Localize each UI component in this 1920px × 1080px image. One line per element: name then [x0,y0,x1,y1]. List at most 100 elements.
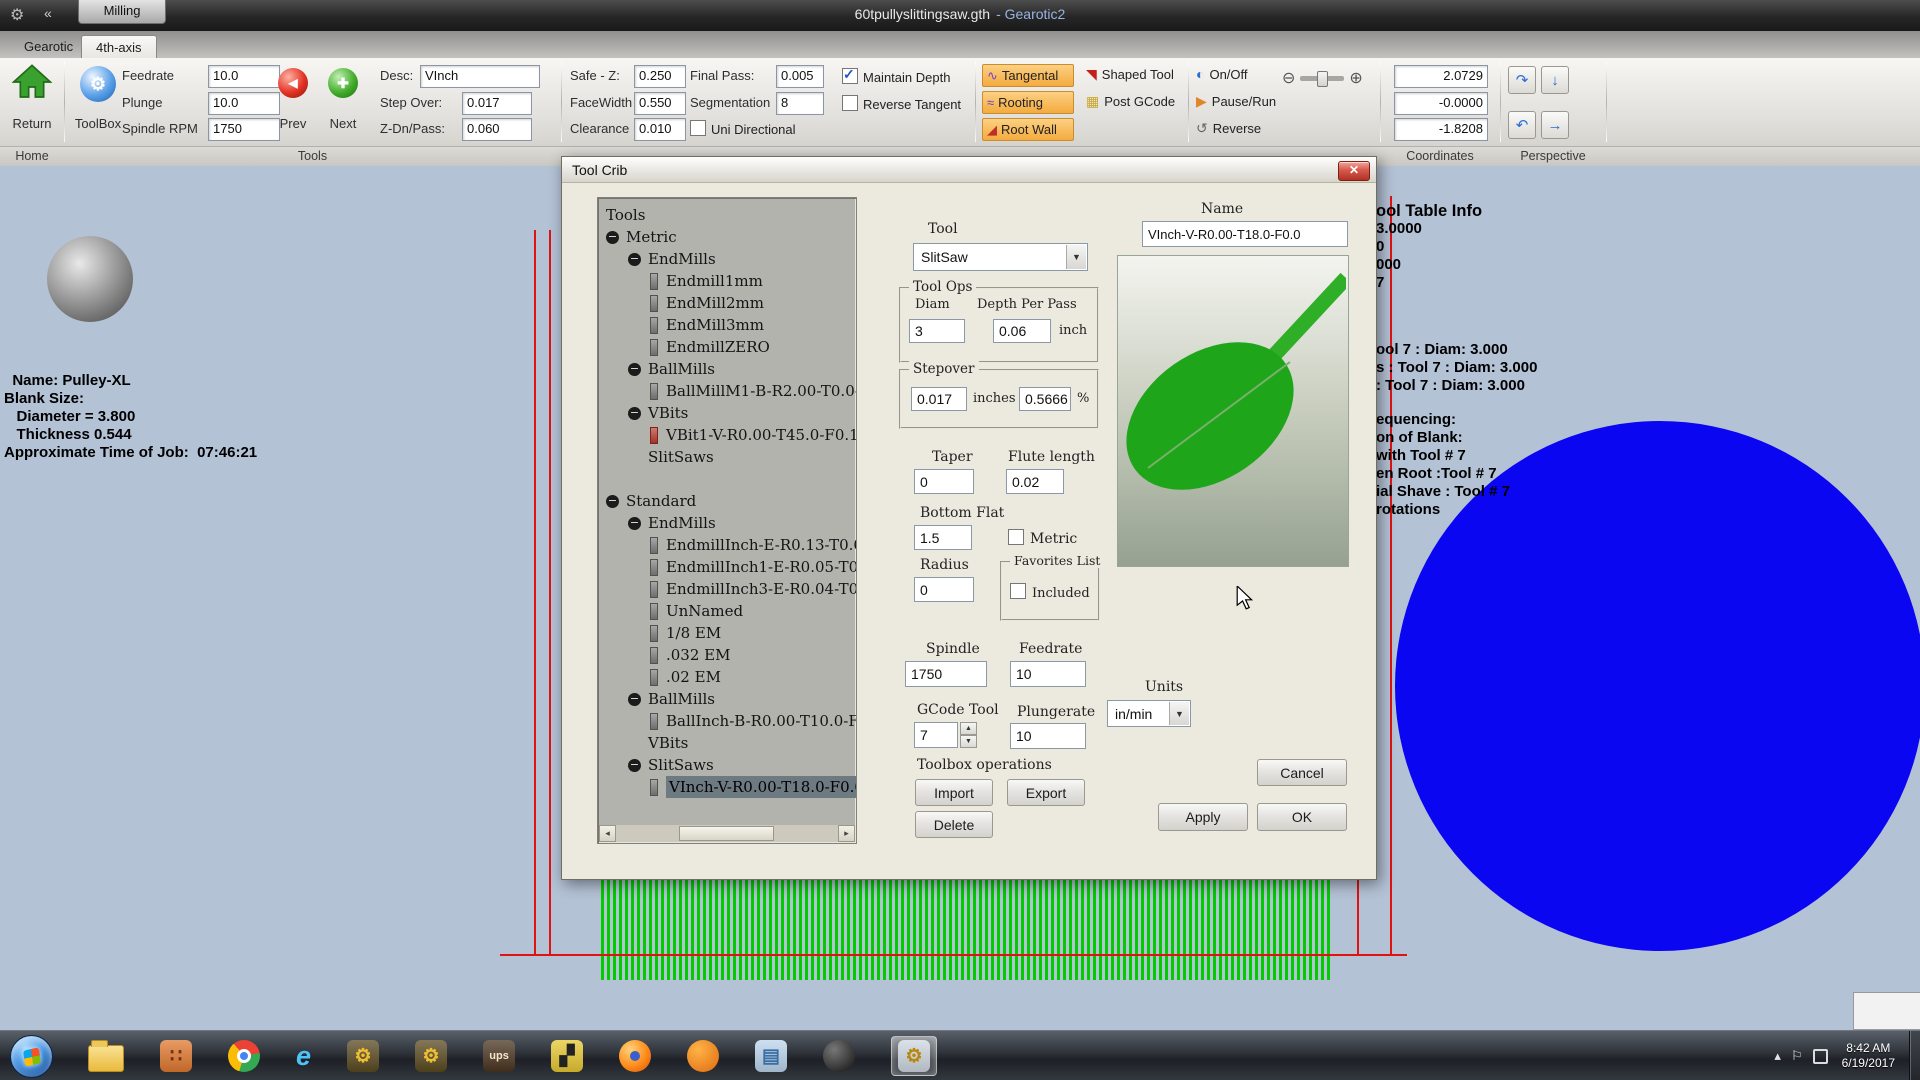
taskbar-item-ups[interactable]: ups [483,1040,515,1072]
chevron-down-icon[interactable]: ▼ [1169,702,1189,725]
checkbox-icon[interactable] [842,95,858,111]
clearance-field[interactable]: 0.010 [634,118,686,141]
tab-gearotic[interactable]: Gearotic [10,35,87,58]
tree-item[interactable]: EndmillInch1-E-R0.05-T0.0 [598,556,856,578]
post-gcode-button[interactable]: ▦Post GCode [1086,93,1175,110]
tree-item[interactable]: SlitSaws [598,446,856,468]
tree-item[interactable]: 1/8 EM [598,622,856,644]
return-button[interactable] [12,62,52,102]
zoom-slider-knob[interactable] [1317,71,1328,87]
tab-4th-axis[interactable]: 4th-axis [81,35,157,59]
perspective-arrow-button[interactable]: → [1541,111,1569,139]
flute-length-field[interactable]: 0.02 [1006,469,1064,494]
tree-item[interactable]: EndmillInch3-E-R0.04-T0.0 [598,578,856,600]
feedrate-field[interactable]: 10.0 [208,65,280,88]
z-dn-pass-field[interactable]: 0.060 [462,118,532,141]
desc-field[interactable]: VInch [420,65,540,88]
segmentation-field[interactable]: 8 [776,92,824,115]
shaped-tool-button[interactable]: ◥Shaped Tool [1086,66,1174,83]
prev-tool-button[interactable]: ◀ [278,68,308,98]
tree-expander-icon[interactable]: − [628,693,641,706]
tree-item[interactable]: VBits [598,732,856,754]
taskbar-item-chrome[interactable] [228,1040,260,1072]
cancel-button[interactable]: Cancel [1257,759,1347,786]
taskbar-item-gearotic[interactable]: ⚙ [891,1036,937,1076]
apply-button[interactable]: Apply [1158,803,1248,831]
chevron-down-icon[interactable]: ▼ [1066,245,1086,269]
taper-field[interactable]: 0 [914,469,974,494]
tree-expander-icon[interactable]: − [606,231,619,244]
tree-expander-icon[interactable]: − [628,253,641,266]
tree-item[interactable]: BallMillM1-B-R2.00-T0.0-F0 [598,380,856,402]
checkbox-icon[interactable] [690,120,706,136]
radius-field[interactable]: 0 [914,577,974,602]
network-icon[interactable] [1813,1049,1828,1064]
pause-run-button[interactable]: ▶Pause/Run [1196,93,1276,110]
tree-item[interactable]: EndMill3mm [598,314,856,336]
tree-item[interactable]: .02 EM [598,666,856,688]
tool-name-field[interactable]: VInch-V-R0.00-T18.0-F0.0 [1142,221,1348,247]
tangental-toggle[interactable]: ∿Tangental [982,64,1074,87]
safe-z-field[interactable]: 0.250 [634,65,686,88]
action-center-icon[interactable]: ⚐ [1791,1048,1803,1064]
facewidth-field[interactable]: 0.550 [634,92,686,115]
tree-item[interactable] [598,468,856,490]
tree-expander-icon[interactable]: − [628,759,641,772]
export-button[interactable]: Export [1007,779,1085,806]
tree-item[interactable]: −SlitSaws [598,754,856,776]
taskbar-item-media-app[interactable] [687,1040,719,1072]
metric-checkbox[interactable]: Metric [1008,529,1077,547]
perspective-arrow-button[interactable]: ↷ [1508,66,1536,94]
stepover-field[interactable]: 0.017 [911,387,967,411]
tree-item[interactable]: −BallMills [598,688,856,710]
tree-expander-icon[interactable]: − [628,407,641,420]
taskbar-item-firefox[interactable] [619,1040,651,1072]
depth-per-pass-field[interactable]: 0.06 [993,319,1051,343]
spindle-rpm-field[interactable]: 1750 [208,118,280,141]
stepover-percent-field[interactable]: 0.5666 [1019,387,1071,411]
perspective-arrow-button[interactable]: ↶ [1508,111,1536,139]
reverse-button[interactable]: ↺Reverse [1196,120,1261,137]
scroll-right-icon[interactable]: ▸ [838,825,855,842]
root-wall-toggle[interactable]: ◢Root Wall [982,118,1074,141]
final-pass-field[interactable]: 0.005 [776,65,824,88]
bottom-flat-field[interactable]: 1.5 [914,525,972,550]
taskbar-item-internet-explorer[interactable]: e [296,1041,311,1072]
scrollbar-thumb[interactable] [679,826,774,841]
tree-item[interactable]: Tools [598,204,856,226]
next-tool-button[interactable]: ✚ [328,68,358,98]
spinner-down-icon[interactable]: ▼ [960,735,977,748]
spindle-field[interactable]: 1750 [905,661,987,687]
close-icon[interactable]: ✕ [1338,161,1370,181]
tree-item[interactable]: VBit1-V-R0.00-T45.0-F0.1 [598,424,856,446]
scroll-left-icon[interactable]: ◂ [599,825,616,842]
tree-item[interactable]: −EndMills [598,248,856,270]
taskbar-item-dark-app[interactable] [823,1040,855,1072]
spinner-up-icon[interactable]: ▲ [960,722,977,735]
checkbox-icon[interactable] [1010,583,1026,599]
maintain-depth-checkbox[interactable]: Maintain Depth [842,68,950,85]
taskbar-item-gold-gear-app-2[interactable]: ⚙ [415,1040,447,1072]
perspective-arrow-button[interactable]: ↓ [1541,66,1569,94]
show-desktop-button[interactable] [1909,1031,1920,1080]
tool-type-dropdown[interactable]: SlitSaw ▼ [913,243,1088,271]
included-checkbox[interactable]: Included [1010,583,1090,601]
taskbar-clock[interactable]: 8:42 AM 6/19/2017 [1842,1041,1895,1071]
tree-item[interactable]: −EndMills [598,512,856,534]
tree-item[interactable]: −VBits [598,402,856,424]
zoom-out-icon[interactable]: ⊖ [1282,68,1295,88]
taskbar-item-cam-app[interactable]: ▞ [551,1040,583,1072]
checkbox-icon[interactable] [842,68,858,84]
ok-button[interactable]: OK [1257,803,1347,831]
uni-directional-checkbox[interactable]: Uni Directional [690,120,796,137]
feedrate-field[interactable]: 10 [1010,661,1086,687]
tree-item[interactable]: EndmillZERO [598,336,856,358]
tree-item[interactable]: .032 EM [598,644,856,666]
tree-item[interactable]: UnNamed [598,600,856,622]
tree-item[interactable]: EndMill2mm [598,292,856,314]
gcode-tool-field[interactable]: 7 [914,722,958,748]
tree-expander-icon[interactable]: − [628,363,641,376]
tree-expander-icon[interactable]: − [628,517,641,530]
tree-item[interactable]: −Metric [598,226,856,248]
tree-item[interactable]: EndmillInch-E-R0.13-T0.0-1 [598,534,856,556]
